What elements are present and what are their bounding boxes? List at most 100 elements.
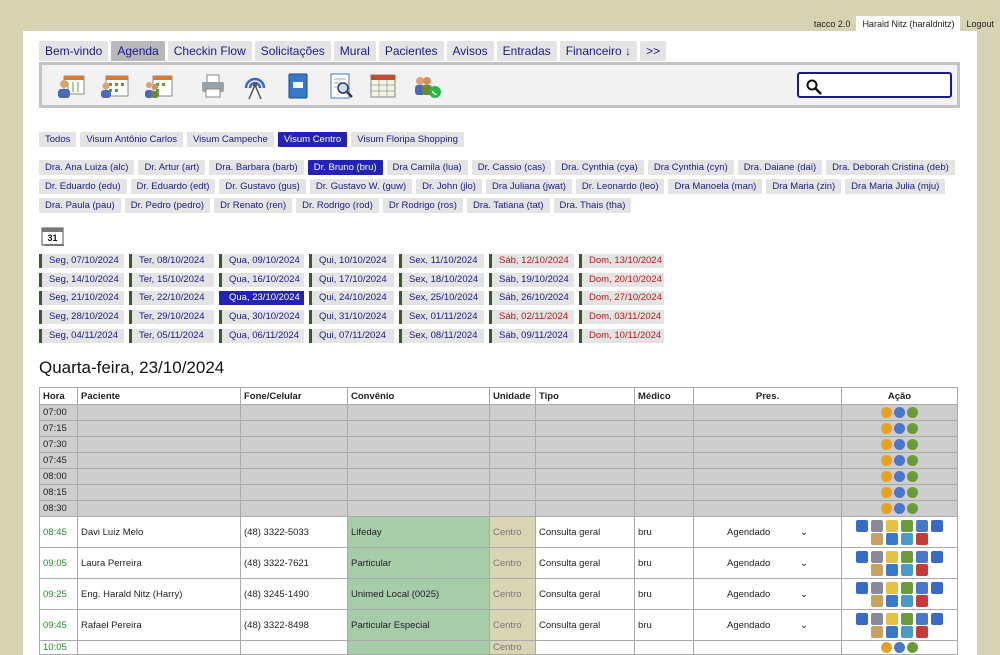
table-cell[interactable] — [77, 404, 241, 421]
action-icon[interactable] — [916, 625, 928, 638]
doctor-chip[interactable]: Dr. Pedro (pedro) — [124, 198, 211, 213]
day-cell[interactable]: Dom, 03/11/2024 — [579, 310, 664, 325]
action-icon[interactable] — [931, 612, 943, 625]
day-cell[interactable]: Ter, 08/10/2024 — [129, 254, 214, 268]
clock-icon[interactable] — [881, 487, 892, 498]
tab-2[interactable]: Checkin Flow — [167, 41, 252, 61]
action-icon[interactable] — [856, 612, 868, 625]
cell-pres[interactable]: Agendado ⌄ — [693, 547, 842, 579]
table-cell[interactable] — [535, 436, 635, 453]
table-cell[interactable] — [535, 420, 635, 437]
table-cell[interactable] — [347, 404, 490, 421]
day-cell[interactable]: Sex, 25/10/2024 — [399, 291, 484, 306]
action-icon[interactable] — [916, 550, 928, 563]
clock-icon[interactable] — [881, 642, 892, 653]
day-cell[interactable]: Sáb, 19/10/2024 — [489, 272, 574, 287]
day-cell[interactable]: Dom, 13/10/2024 — [579, 254, 664, 268]
doctor-chip[interactable]: Dra. Barbara (barb) — [209, 160, 304, 175]
table-cell[interactable] — [77, 452, 241, 469]
table-row[interactable]: 09:25 Eng. Harald Nitz (Harry) (48) 3245-1… — [39, 578, 958, 610]
doctor-chip[interactable]: Dr. Bruno (bru) — [307, 160, 383, 175]
clock-icon[interactable] — [881, 407, 892, 418]
table-cell[interactable] — [634, 484, 694, 501]
trash-icon[interactable] — [894, 503, 905, 514]
action-icon[interactable] — [916, 532, 928, 545]
doctor-chip[interactable]: Dr. Gustavo (gus) — [219, 179, 306, 194]
action-icon[interactable] — [931, 550, 943, 563]
day-cell[interactable]: Sáb, 09/11/2024 — [489, 328, 574, 343]
day-cell[interactable]: Sex, 18/10/2024 — [399, 272, 484, 287]
day-cell[interactable]: Seg, 21/10/2024 — [39, 291, 124, 306]
presence-select[interactable]: Agendado ⌄ — [697, 527, 838, 538]
table-cell[interactable] — [77, 436, 241, 453]
day-cell[interactable]: Qui, 31/10/2024 — [309, 310, 394, 325]
patients-schedule-icon[interactable] — [56, 72, 86, 100]
day-cell[interactable]: Seg, 28/10/2024 — [39, 310, 124, 325]
table-row[interactable]: 09:05 Laura Perreira (48) 3322-7621 Particu… — [39, 547, 958, 579]
action-icon[interactable] — [871, 563, 883, 576]
doctor-chip[interactable]: Dr Rodrigo (ros) — [382, 198, 463, 213]
action-icon[interactable] — [901, 581, 913, 594]
doctor-chip[interactable]: Dr. Gustavo W. (guw) — [309, 179, 413, 194]
day-cell[interactable]: Ter, 05/11/2024 — [129, 328, 214, 343]
action-icon[interactable] — [871, 625, 883, 638]
table-cell[interactable] — [347, 468, 490, 485]
table-cell[interactable] — [841, 420, 958, 437]
table-cell[interactable] — [77, 484, 241, 501]
add-icon[interactable] — [907, 487, 918, 498]
chevron-down-icon[interactable]: ⌄ — [800, 527, 808, 538]
doctor-chip[interactable]: Dr. Leonardo (leo) — [575, 179, 665, 194]
table-cell[interactable] — [841, 436, 958, 453]
table-cell[interactable] — [347, 484, 490, 501]
doctor-chip[interactable]: Dr. John (jlo) — [416, 179, 482, 194]
action-icon[interactable] — [901, 594, 913, 607]
day-cell[interactable]: Qui, 07/11/2024 — [309, 328, 394, 343]
location-chip[interactable]: Visum Campeche — [187, 132, 274, 147]
table-cell[interactable] — [240, 484, 348, 501]
table-cell[interactable] — [535, 484, 635, 501]
day-cell[interactable]: Sáb, 02/11/2024 — [489, 310, 574, 325]
tab-9[interactable]: >> — [640, 41, 667, 61]
day-cell[interactable]: Ter, 29/10/2024 — [129, 310, 214, 325]
action-icon[interactable] — [916, 594, 928, 607]
action-icon[interactable] — [886, 625, 898, 638]
action-icon[interactable] — [871, 594, 883, 607]
table-cell[interactable] — [240, 468, 348, 485]
table-cell[interactable] — [489, 500, 536, 517]
calendar-icon[interactable]: 31 — [41, 225, 65, 247]
table-row[interactable]: 08:45 Davi Luiz Melo (48) 3322-5033 Lifeday… — [39, 516, 958, 548]
table-cell[interactable] — [240, 420, 348, 437]
action-icon[interactable] — [856, 519, 868, 532]
tab-3[interactable]: Solicitações — [254, 41, 331, 61]
table-cell[interactable] — [693, 500, 842, 517]
day-cell[interactable]: Seg, 04/11/2024 — [39, 328, 124, 343]
day-cell[interactable]: Qua, 09/10/2024 — [219, 254, 304, 268]
doctor-chip[interactable]: Dra. Paula (pau) — [39, 198, 121, 213]
action-icon[interactable] — [901, 519, 913, 532]
action-icon[interactable] — [931, 581, 943, 594]
table-cell[interactable] — [535, 500, 635, 517]
doctor-chip[interactable]: Dra Juliana (jwat) — [485, 179, 572, 194]
day-cell[interactable]: Dom, 27/10/2024 — [579, 291, 664, 306]
doctor-chip[interactable]: Dra. Daiane (dai) — [737, 160, 823, 175]
day-cell[interactable]: Ter, 22/10/2024 — [129, 291, 214, 306]
table-cell[interactable] — [634, 452, 694, 469]
doctor-chip[interactable]: Dra. Deborah Cristina (deb) — [826, 160, 955, 175]
doctor-chip[interactable]: Dra. Tatiana (tat) — [466, 198, 550, 213]
add-icon[interactable] — [907, 407, 918, 418]
search-input[interactable] — [825, 77, 947, 93]
day-cell[interactable]: Sex, 01/11/2024 — [399, 310, 484, 325]
add-icon[interactable] — [907, 503, 918, 514]
search-box[interactable] — [797, 72, 952, 98]
action-icon[interactable] — [916, 563, 928, 576]
doctor-chip[interactable]: Dra Manoela (man) — [668, 179, 763, 194]
tab-1[interactable]: Agenda — [111, 41, 165, 61]
location-chip[interactable]: Todos — [39, 132, 77, 147]
action-icon[interactable] — [886, 612, 898, 625]
table-cell[interactable] — [489, 452, 536, 469]
table-cell[interactable] — [535, 468, 635, 485]
table-cell[interactable] — [535, 452, 635, 469]
day-cell[interactable]: Sáb, 12/10/2024 — [489, 254, 574, 268]
calendar-grid-icon[interactable] — [368, 72, 398, 100]
table-cell[interactable] — [489, 484, 536, 501]
